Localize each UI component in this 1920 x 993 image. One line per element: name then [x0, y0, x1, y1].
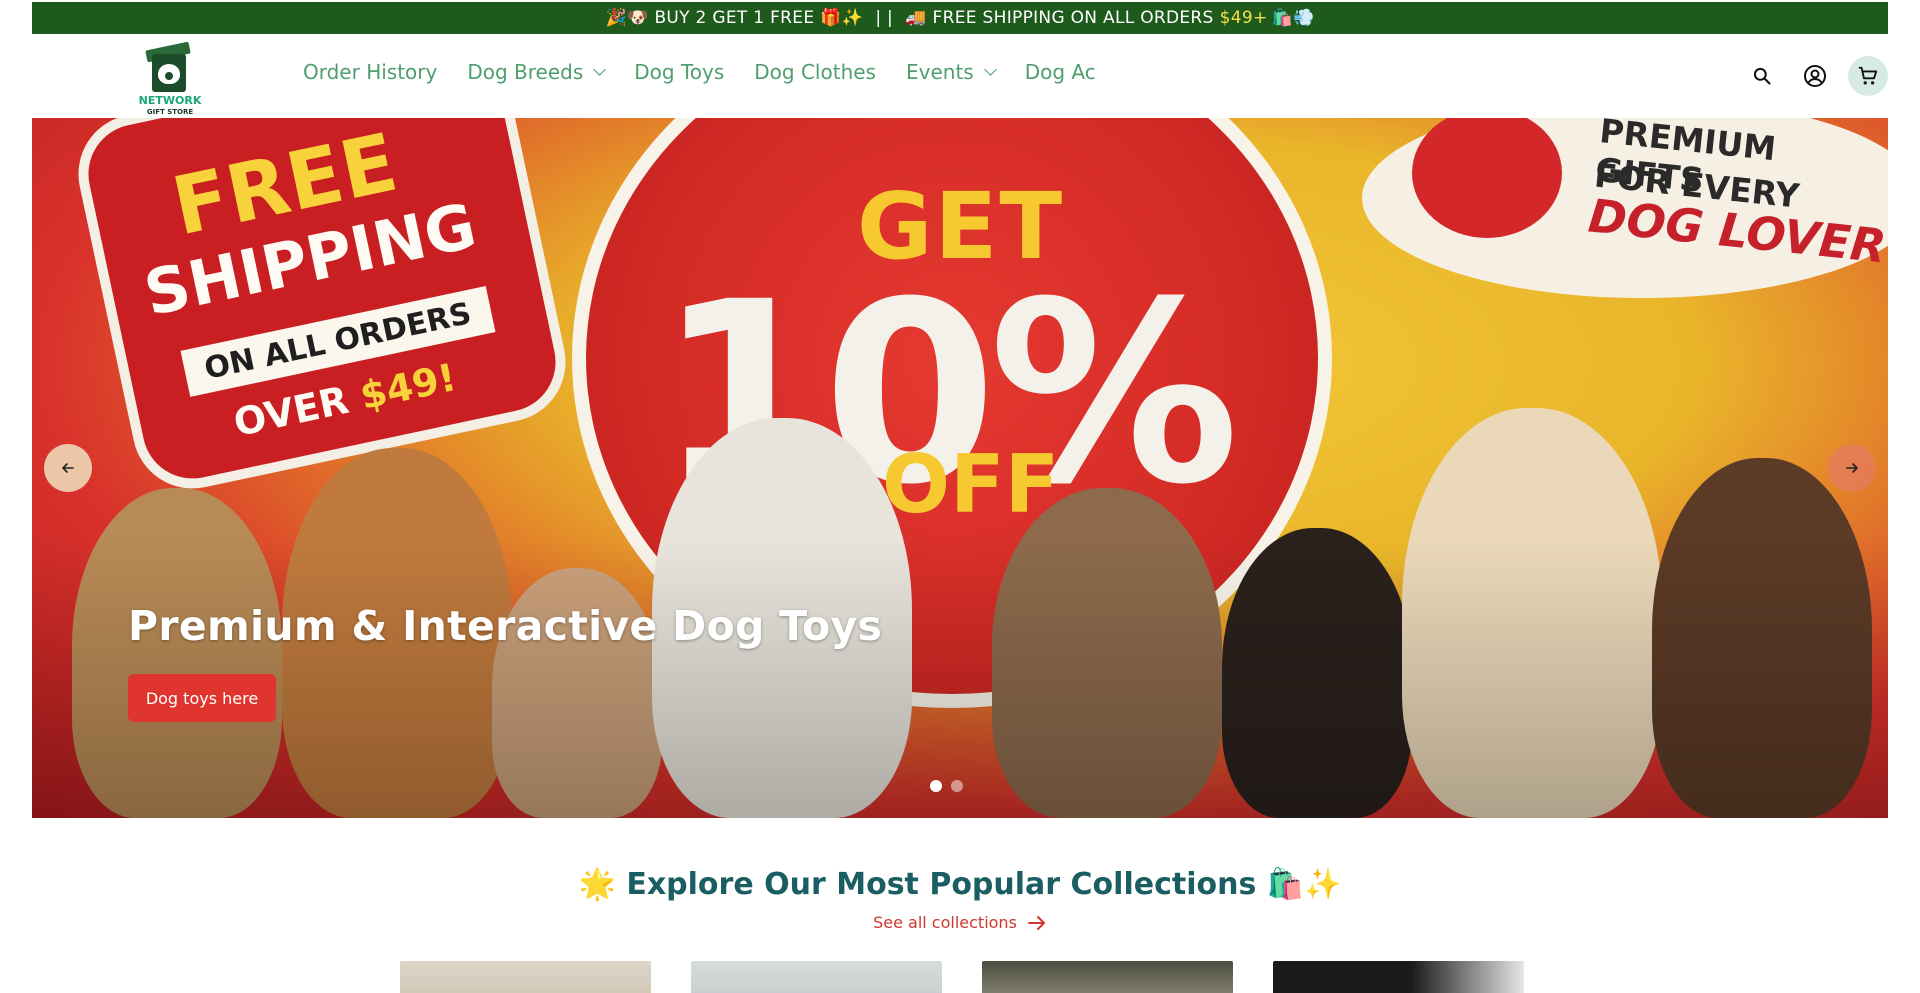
account-button[interactable] [1795, 56, 1835, 96]
main-nav: Order History Dog Breeds Dog Toys Dog Cl… [303, 60, 1126, 84]
header-icons [1729, 56, 1888, 96]
nav-item-label: Events [905, 60, 974, 84]
store-logo[interactable]: NETWORK GIFT STORE [130, 38, 210, 118]
account-icon [1804, 65, 1826, 87]
slide-dot-2[interactable] [951, 780, 963, 792]
paw-icon [158, 64, 180, 84]
see-all-collections-link[interactable]: See all collections [0, 913, 1920, 932]
arrow-right-icon [1027, 915, 1047, 931]
slide-next-button[interactable] [1828, 444, 1876, 492]
nav-item-order-history[interactable]: Order History [303, 60, 437, 84]
nav-item-label: Dog Breeds [467, 60, 584, 84]
cart-icon [1858, 66, 1878, 85]
nav-item-dog-toys[interactable]: Dog Toys [634, 60, 724, 84]
site-header: NETWORK GIFT STORE Order History Dog Bre… [32, 34, 1888, 118]
nav-item-label: Dog Ac [1024, 60, 1096, 84]
slide-dot-1[interactable] [930, 780, 942, 792]
arrow-right-icon [1846, 463, 1858, 473]
nav-item-dog-accessories[interactable]: Dog Ac [1025, 60, 1096, 84]
slide-prev-button[interactable] [44, 444, 92, 492]
announcement-offer-emoji: 🎁✨ [820, 8, 864, 28]
chevron-down-icon [593, 63, 607, 76]
collections-heading: 🌟 Explore Our Most Popular Collections 🛍… [578, 867, 1342, 902]
hero-shade [32, 538, 1888, 818]
chevron-down-icon [983, 63, 997, 76]
nav-item-label: Dog Toys [634, 60, 725, 84]
cart-button[interactable] [1848, 56, 1888, 96]
collection-card[interactable] [1273, 961, 1524, 993]
announcement-separator: | | [875, 8, 894, 28]
nav-item-label: Dog Clothes [754, 60, 876, 84]
slide-dots [930, 780, 972, 792]
collection-card[interactable] [400, 961, 651, 993]
see-all-collections-label: See all collections [873, 913, 1017, 932]
nav-item-dog-clothes[interactable]: Dog Clothes [754, 60, 876, 84]
announcement-price: $49+ [1219, 8, 1268, 28]
logo-text-network: NETWORK [138, 94, 202, 107]
announcement-offer: BUY 2 GET 1 FREE [654, 8, 815, 28]
announcement-bar: 🎉🐶 BUY 2 GET 1 FREE 🎁✨ | | 🚚 FREE SHIPPI… [32, 2, 1888, 34]
announcement-left-emoji: 🎉🐶 [605, 8, 649, 28]
nav-item-events[interactable]: Events [905, 60, 997, 84]
announcement-truck-emoji: 🚚 [905, 8, 927, 28]
collection-card[interactable] [691, 961, 942, 993]
search-icon [1753, 67, 1771, 85]
nav-item-label: Order History [303, 60, 438, 84]
nav-item-dog-breeds[interactable]: Dog Breeds [467, 60, 607, 84]
collection-card[interactable] [982, 961, 1233, 993]
search-button[interactable] [1742, 56, 1782, 96]
hero-slideshow: GET 10% OFF FREE SHIPPING ON ALL ORDERS … [32, 118, 1888, 818]
logo-text-gift-store: GIFT STORE [146, 108, 194, 116]
collection-cards [400, 961, 1564, 993]
hero-title: Premium & Interactive Dog Toys [128, 602, 883, 650]
announcement-shipping: FREE SHIPPING ON ALL ORDERS [932, 8, 1214, 28]
announcement-end-emoji: 🛍️💨 [1271, 8, 1315, 28]
dog-toys-button[interactable]: Dog toys here [128, 674, 276, 722]
arrow-left-icon [62, 463, 74, 473]
